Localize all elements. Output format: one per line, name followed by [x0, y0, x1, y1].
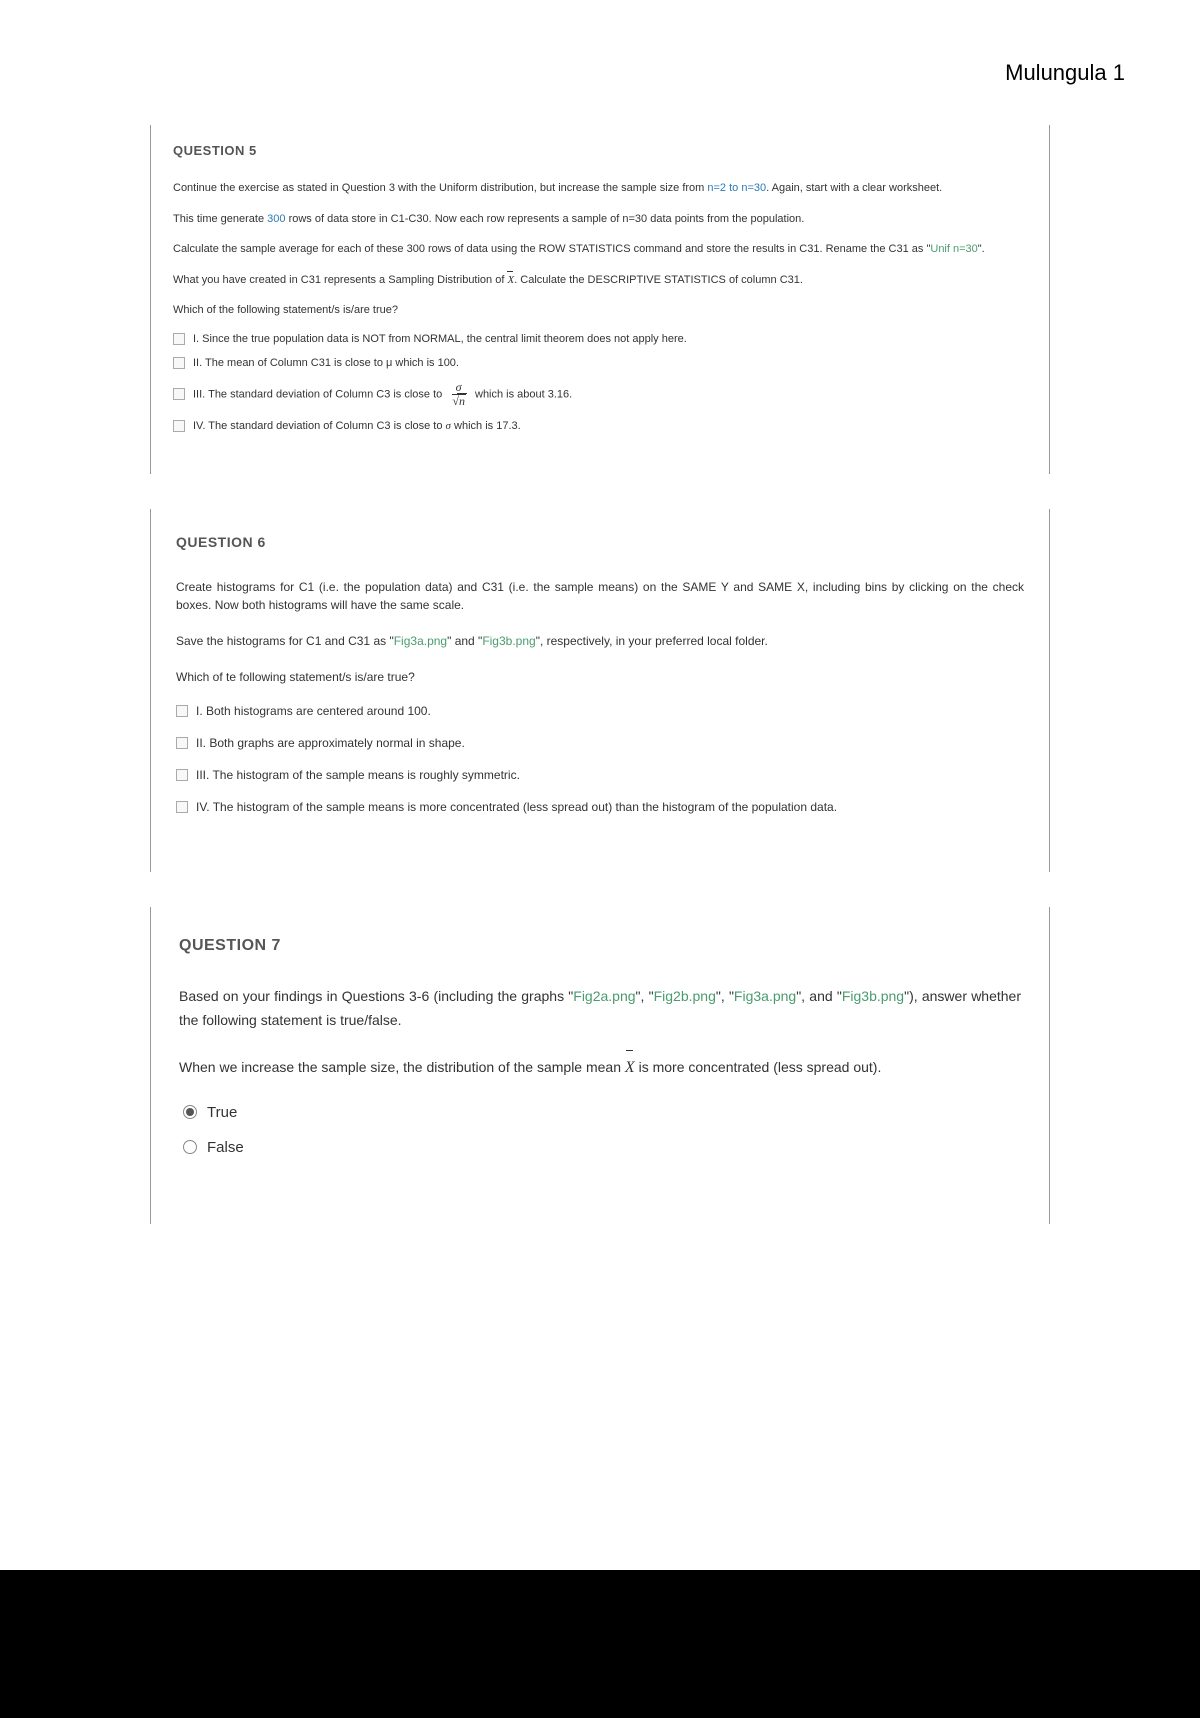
highlight-fig3b: Fig3b.png	[842, 988, 904, 1004]
text: " and "	[447, 634, 482, 648]
option-label: II. The mean of Column C31 is close to μ…	[193, 357, 459, 369]
q5-prompt: Which of the following statement/s is/ar…	[173, 302, 1027, 319]
q5-option-4[interactable]: IV. The standard deviation of Column C3 …	[173, 420, 1027, 432]
text: which is 17.3.	[451, 420, 521, 432]
checkbox-icon[interactable]	[173, 333, 185, 345]
text: When we increase the sample size, the di…	[179, 1059, 625, 1075]
highlight-fig3a: Fig3a.png	[394, 634, 447, 648]
text: . Again, start with a clear worksheet.	[766, 182, 942, 194]
sqrt-symbol: n	[450, 394, 467, 408]
text: ", "	[636, 988, 654, 1004]
q6-para-2: Save the histograms for C1 and C31 as "F…	[176, 632, 1024, 650]
text: ", respectively, in your preferred local…	[536, 634, 768, 648]
q7-para-2: When we increase the sample size, the di…	[179, 1054, 1021, 1081]
checkbox-icon[interactable]	[173, 420, 185, 432]
content-area: QUESTION 5 Continue the exercise as stat…	[0, 125, 1200, 1224]
highlight-fig2a: Fig2a.png	[573, 988, 635, 1004]
highlight-300: 300	[267, 213, 285, 225]
q6-option-4[interactable]: IV. The histogram of the sample means is…	[176, 800, 1024, 814]
text: which is about 3.16.	[475, 388, 572, 400]
q7-para-1: Based on your findings in Questions 3-6 …	[179, 985, 1021, 1033]
roman: III.	[193, 388, 208, 400]
q5-para-4: What you have created in C31 represents …	[173, 272, 1027, 289]
checkbox-icon[interactable]	[176, 737, 188, 749]
checkbox-icon[interactable]	[176, 705, 188, 717]
text: ", "	[716, 988, 734, 1004]
highlight-n2-n30: n=2 to n=30	[707, 182, 766, 194]
q5-option-3[interactable]: III. The standard deviation of Column C3…	[173, 381, 1027, 408]
radio-label: True	[207, 1104, 237, 1121]
text: What you have created in C31 represents …	[173, 274, 507, 286]
q6-option-2[interactable]: II. Both graphs are approximately normal…	[176, 736, 1024, 750]
document-page: Mulungula 1 QUESTION 5 Continue the exer…	[0, 0, 1200, 1570]
checkbox-icon[interactable]	[173, 388, 185, 400]
fraction-sigma-over-sqrt-n: σ n	[448, 381, 469, 408]
xbar-symbol: X	[625, 1054, 635, 1081]
option-label: IV. The histogram of the sample means is…	[196, 800, 837, 814]
question-6: QUESTION 6 Create histograms for C1 (i.e…	[150, 509, 1050, 872]
highlight-fig3a: Fig3a.png	[734, 988, 796, 1004]
option-label: III. The standard deviation of Column C3…	[193, 381, 572, 408]
option-label: I. Both histograms are centered around 1…	[196, 704, 431, 718]
checkbox-icon[interactable]	[176, 801, 188, 813]
question-5: QUESTION 5 Continue the exercise as stat…	[150, 125, 1050, 474]
text: Save the histograms for C1 and C31 as "	[176, 634, 394, 648]
text: IV. The standard deviation of Column C3 …	[193, 420, 446, 432]
q6-option-3[interactable]: III. The histogram of the sample means i…	[176, 768, 1024, 782]
highlight-unif-n30: Unif n=30	[930, 243, 977, 255]
text: This time generate	[173, 213, 267, 225]
q5-option-1[interactable]: I. Since the true population data is NOT…	[173, 333, 1027, 345]
radio-icon[interactable]	[183, 1140, 197, 1154]
option-label: III. The histogram of the sample means i…	[196, 768, 520, 782]
q6-option-1[interactable]: I. Both histograms are centered around 1…	[176, 704, 1024, 718]
checkbox-icon[interactable]	[176, 769, 188, 781]
text: The standard deviation of Column C3 is c…	[208, 388, 445, 400]
text: rows of data store in C1-C30. Now each r…	[286, 213, 805, 225]
q7-option-false[interactable]: False	[183, 1139, 1021, 1156]
question-5-title: QUESTION 5	[173, 143, 1027, 158]
q6-prompt: Which of te following statement/s is/are…	[176, 668, 1024, 686]
q5-para-2: This time generate 300 rows of data stor…	[173, 211, 1027, 228]
text: Calculate the sample average for each of…	[173, 243, 930, 255]
q5-option-2[interactable]: II. The mean of Column C31 is close to μ…	[173, 357, 1027, 369]
text: ", and "	[796, 988, 842, 1004]
option-label: I. Since the true population data is NOT…	[193, 333, 687, 345]
highlight-fig3b: Fig3b.png	[482, 634, 535, 648]
n-symbol: n	[457, 393, 467, 408]
checkbox-icon[interactable]	[173, 357, 185, 369]
q5-para-1: Continue the exercise as stated in Quest…	[173, 180, 1027, 197]
option-label: IV. The standard deviation of Column C3 …	[193, 420, 521, 432]
q5-para-3: Calculate the sample average for each of…	[173, 241, 1027, 258]
text: Based on your findings in Questions 3-6 …	[179, 988, 573, 1004]
highlight-fig2b: Fig2b.png	[654, 988, 716, 1004]
question-7: QUESTION 7 Based on your findings in Que…	[150, 907, 1050, 1224]
option-label: II. Both graphs are approximately normal…	[196, 736, 465, 750]
text: is more concentrated (less spread out).	[635, 1059, 882, 1075]
q7-option-true[interactable]: True	[183, 1104, 1021, 1121]
text: . Calculate the DESCRIPTIVE STATISTICS o…	[514, 274, 803, 286]
xbar-symbol: X	[507, 272, 514, 289]
text: Continue the exercise as stated in Quest…	[173, 182, 707, 194]
text: ".	[978, 243, 985, 255]
radio-selected-icon[interactable]	[183, 1105, 197, 1119]
question-6-title: QUESTION 6	[176, 534, 1024, 550]
page-header-name: Mulungula 1	[1005, 60, 1125, 86]
radio-label: False	[207, 1139, 244, 1156]
q6-para-1: Create histograms for C1 (i.e. the popul…	[176, 578, 1024, 614]
question-7-title: QUESTION 7	[179, 937, 1021, 955]
